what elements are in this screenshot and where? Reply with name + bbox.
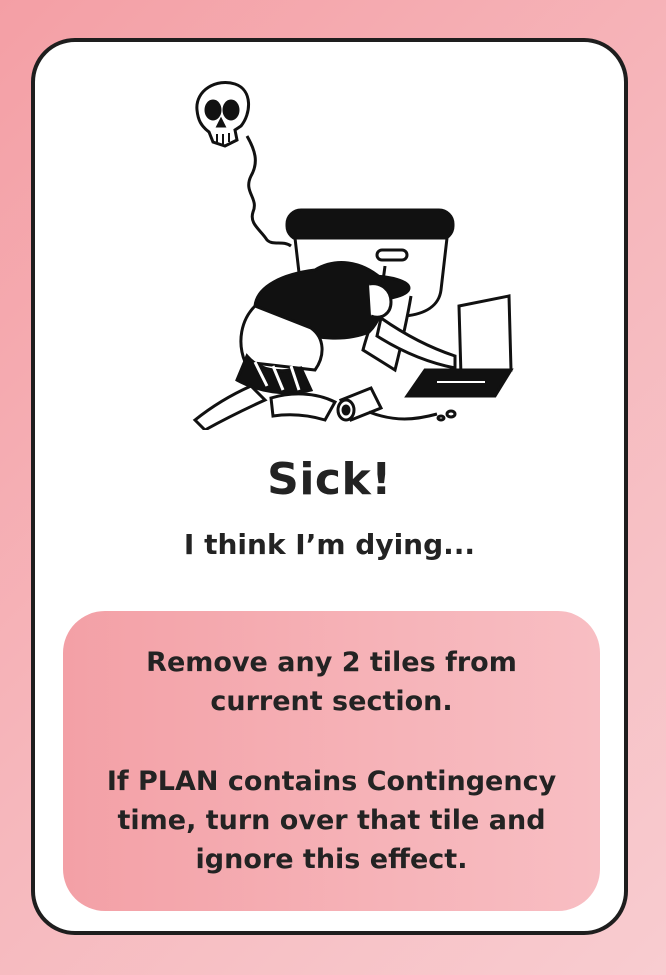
sick-person-illustration	[192, 81, 514, 430]
event-card: Sick! I think I’m dying... Remove any 2 …	[31, 38, 628, 935]
card-title: Sick!	[267, 454, 392, 505]
squiggle-line	[245, 135, 292, 248]
effect-text-line: time, turn over that tile and	[117, 805, 546, 836]
card-subtitle: I think I’m dying...	[183, 528, 476, 561]
effect-text-line: Remove any 2 tiles from	[146, 647, 517, 678]
skull-icon	[195, 81, 250, 148]
effect-box: Remove any 2 tiles from current section.…	[63, 611, 600, 911]
effect-text-line: current section.	[210, 686, 453, 717]
effect-text-line: ignore this effect.	[195, 844, 468, 875]
effect-text-line: If PLAN contains Contingency	[106, 766, 557, 797]
